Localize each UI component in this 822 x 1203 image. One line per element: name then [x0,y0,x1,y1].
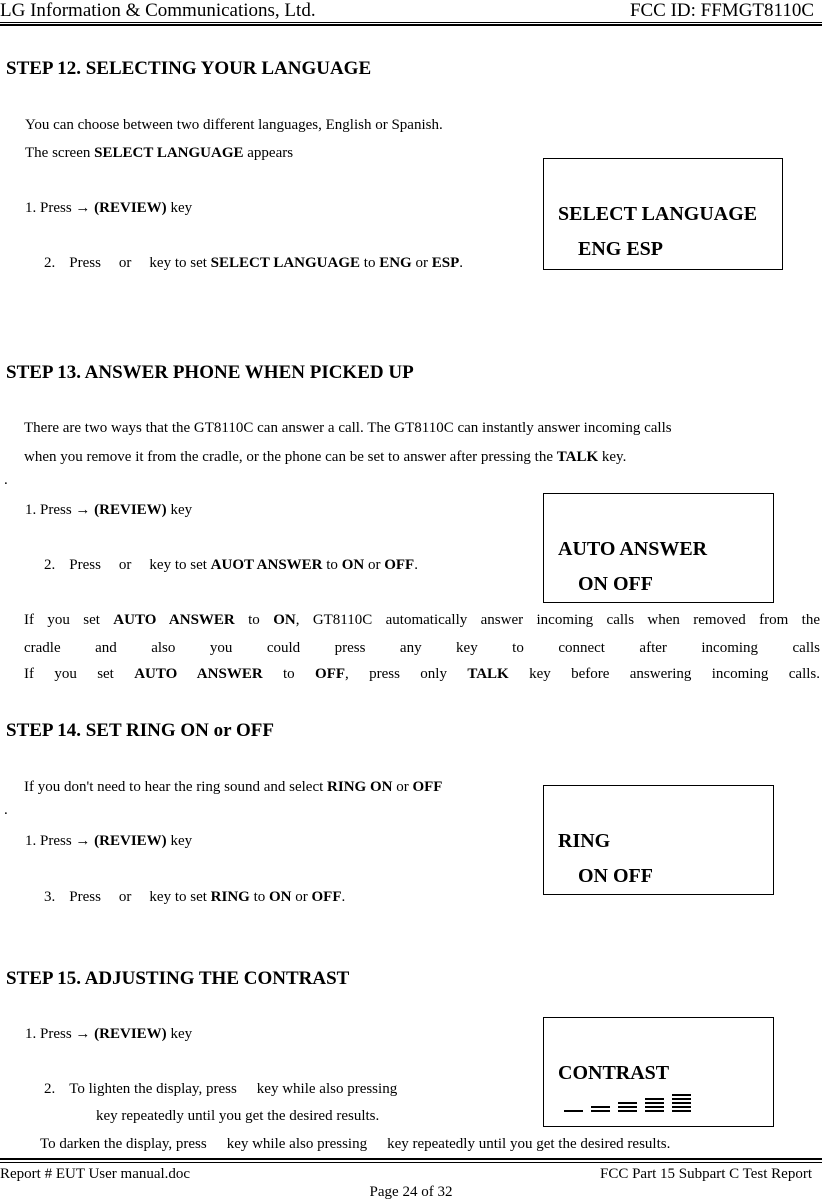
contrast-bar-1 [564,1110,583,1112]
lcd-line-2: ON OFF [578,573,653,595]
footer-report: Report # EUT User manual.doc [0,1166,191,1182]
step-15-item-2: 2. To lighten the display, press key while… [44,1081,398,1097]
contrast-level-bars [564,1094,691,1112]
contrast-bar-5 [672,1094,691,1112]
contrast-bar-4 [645,1098,664,1112]
contrast-bar-segment [672,1106,691,1108]
contrast-bar-segment [591,1106,610,1108]
lcd-line-1: CONTRAST [558,1062,670,1084]
step-12-intro-2: The screen SELECT LANGUAGE appears [25,145,294,161]
step-15-item-2-cont: key repeatedly until you get the desired… [96,1108,380,1124]
step-14-item-1: 1. Press → (REVIEW) key [25,833,193,849]
contrast-bar-segment [672,1094,691,1096]
contrast-bar-2 [591,1106,610,1112]
step-15-item-1: 1. Press → (REVIEW) key [25,1026,193,1042]
lcd-auto-answer: AUTO ANSWER ON OFF [543,493,774,603]
right-arrow-icon: → [75,200,91,216]
lcd-line-1: AUTO ANSWER [558,538,708,560]
step-14-intro-1: If you don't need to hear the ring sound… [24,779,443,795]
step-13-para-2: cradle and also you could press any key … [24,640,820,656]
contrast-bar-segment [645,1110,664,1112]
stray-dot: . [4,472,8,488]
contrast-bar-3 [618,1102,637,1112]
header-rule-top [0,22,822,23]
contrast-bar-segment [618,1102,637,1104]
step-15-title: STEP 15. ADJUSTING THE CONTRAST [6,968,350,989]
contrast-bar-segment [564,1110,583,1112]
lcd-select-language: SELECT LANGUAGE ENG ESP [543,158,783,270]
contrast-bar-segment [672,1102,691,1104]
lcd-contrast: CONTRAST [543,1017,774,1127]
footer-rule-top [0,1158,822,1160]
right-arrow-icon: → [75,502,91,518]
footer-title: FCC Part 15 Subpart C Test Report [599,1166,812,1182]
step-12-title: STEP 12. SELECTING YOUR LANGUAGE [6,58,372,79]
header-company: LG Information & Communications, Ltd. [0,0,316,21]
contrast-bar-segment [591,1110,610,1112]
contrast-bar-segment [618,1110,637,1112]
step-13-item-2: 2. Press or key to set AUOT ANSWER to ON or… [44,557,418,573]
step-12-item-1: 1. Press → (REVIEW) key [25,200,193,216]
contrast-bar-segment [618,1106,637,1108]
contrast-bar-segment [672,1098,691,1100]
step-13-para-1: If you set AUTO ANSWER to ON, GT8110C au… [24,612,820,628]
step-13-para-3: If you set AUTO ANSWER to OFF, press onl… [24,666,820,682]
stray-dot: . [4,802,8,818]
footer-rule-bottom [0,1162,822,1163]
step-13-item-1: 1. Press → (REVIEW) key [25,502,193,518]
lcd-line-2: ENG ESP [578,238,664,260]
step-12-item-2: 2. Press or key to set SELECT LANGUAGE to E… [44,255,463,271]
step-13-title: STEP 13. ANSWER PHONE WHEN PICKED UP [6,362,414,383]
right-arrow-icon: → [75,833,91,849]
footer-page: Page 24 of 32 [369,1184,453,1200]
contrast-bar-segment [645,1098,664,1100]
contrast-bar-segment [645,1102,664,1104]
contrast-bar-segment [645,1106,664,1108]
step-12-intro-1: You can choose between two different lan… [25,117,443,133]
header-fcc-id: FCC ID: FFMGT8110C [629,0,814,21]
step-13-intro-2: when you remove it from the cradle, or t… [24,449,627,465]
contrast-bar-segment [672,1110,691,1112]
step-14-item-2: 3. Press or key to set RING to ON or OFF. [44,889,346,905]
step-13-intro-1: There are two ways that the GT8110C can … [24,420,672,436]
lcd-ring: RING ON OFF [543,785,774,895]
header-rule-bottom [0,24,822,26]
right-arrow-icon: → [75,1026,91,1042]
lcd-line-1: SELECT LANGUAGE [558,203,758,225]
lcd-line-1: RING [558,830,611,852]
lcd-line-2: ON OFF [578,865,653,887]
step-15-darken: To darken the display, press key while al… [40,1136,671,1152]
step-14-title: STEP 14. SET RING ON or OFF [6,720,274,741]
